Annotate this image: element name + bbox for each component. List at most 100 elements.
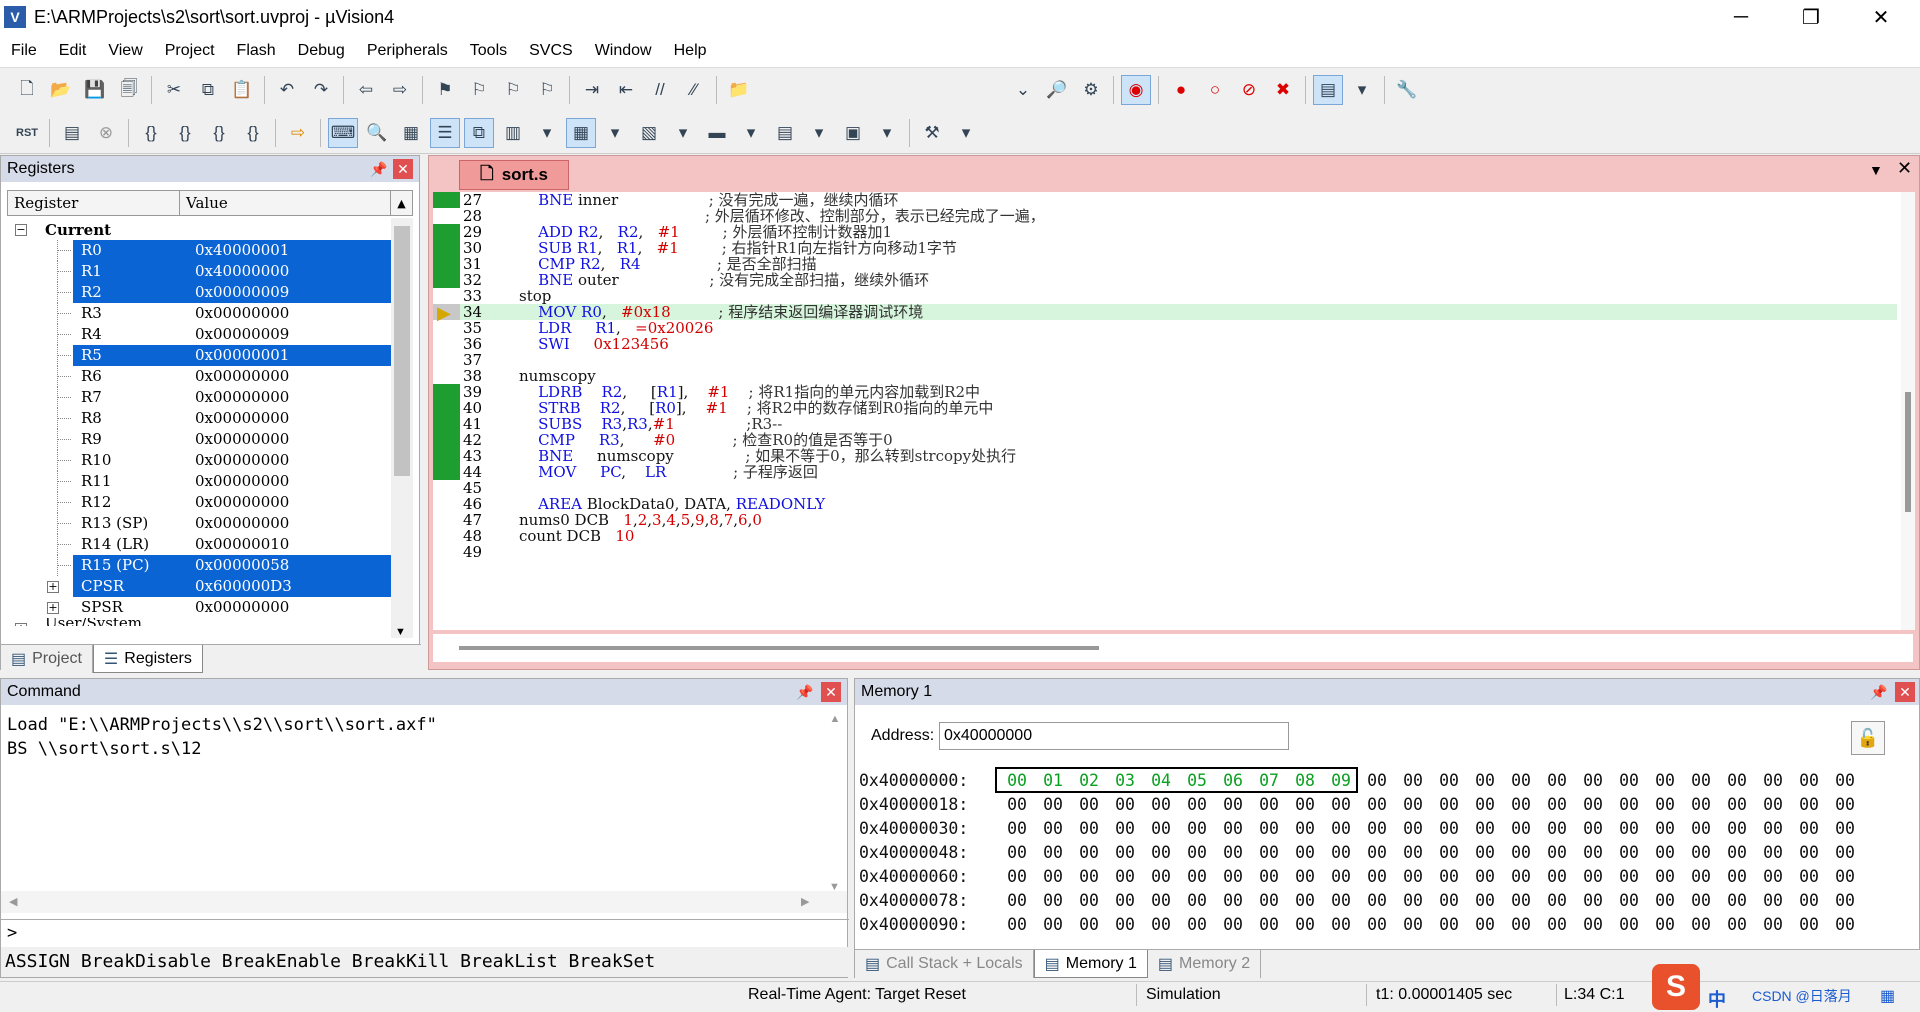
code-line[interactable]: 44 MOV PC, LR ; 子程序返回: [433, 464, 1897, 480]
nav-forward-icon[interactable]: ⇨: [385, 75, 415, 105]
debug-session-icon[interactable]: ◉: [1121, 75, 1151, 105]
memory-byte[interactable]: 00: [1359, 817, 1395, 841]
kill-breakpoints-icon[interactable]: ✖: [1268, 75, 1298, 105]
tab-registers[interactable]: ☰ Registers: [92, 645, 203, 673]
memory-byte[interactable]: 00: [1539, 769, 1575, 793]
memory-byte[interactable]: 00: [1827, 913, 1863, 937]
symbols-window-icon[interactable]: ▦: [396, 118, 426, 148]
window-layout-icon[interactable]: ▤: [1313, 75, 1343, 105]
stop-icon[interactable]: ⊗: [91, 118, 121, 148]
memory-byte[interactable]: 00: [1287, 865, 1323, 889]
register-row[interactable]: R8 0x00000000: [7, 408, 392, 429]
memory-byte[interactable]: 00: [1503, 769, 1539, 793]
bookmark-prev-icon[interactable]: ⚐: [464, 75, 494, 105]
scroll-up-arrow-icon[interactable]: ▲: [825, 713, 845, 725]
memory-byte[interactable]: 00: [1215, 865, 1251, 889]
unindent-icon[interactable]: ⇤: [611, 75, 641, 105]
memory-byte[interactable]: 00: [1719, 817, 1755, 841]
memory-byte[interactable]: 00: [1107, 841, 1143, 865]
memory-byte[interactable]: 00: [1431, 817, 1467, 841]
registers-window-icon[interactable]: ☰: [430, 117, 460, 148]
step-into-icon[interactable]: {}: [136, 118, 166, 148]
memory-byte[interactable]: 00: [1431, 913, 1467, 937]
save-icon[interactable]: 💾: [80, 75, 110, 105]
expand-icon[interactable]: +: [47, 581, 59, 593]
memory-byte[interactable]: 00: [1107, 865, 1143, 889]
open-file-icon[interactable]: 📂: [46, 75, 76, 105]
memory-byte[interactable]: 00: [1503, 865, 1539, 889]
undo-icon[interactable]: ↶: [272, 75, 302, 105]
memory-byte[interactable]: 00: [1431, 865, 1467, 889]
scroll-down-arrow-icon[interactable]: ▼: [395, 626, 406, 638]
close-panel-icon[interactable]: ✕: [393, 159, 413, 179]
bookmark-next-icon[interactable]: ⚐: [498, 75, 528, 105]
collapse-icon[interactable]: −: [15, 224, 27, 236]
memory-byte[interactable]: 00: [1251, 889, 1287, 913]
memory-row[interactable]: 0x40000030: 00 00 00 00 00 00 00 00 00 00 00 00 00 00 0…: [859, 817, 1863, 841]
memory-byte[interactable]: 00: [1395, 769, 1431, 793]
memory-byte[interactable]: 00: [1755, 913, 1791, 937]
memory-byte[interactable]: 00: [1431, 841, 1467, 865]
memory-byte[interactable]: 00: [1179, 841, 1215, 865]
code-line[interactable]: 36 SWI 0x123456: [433, 336, 1897, 352]
memory-byte[interactable]: 00: [1791, 793, 1827, 817]
minimize-button[interactable]: ─: [1706, 0, 1776, 34]
memory-byte[interactable]: 00: [1575, 841, 1611, 865]
register-group-current[interactable]: − Current: [7, 219, 392, 240]
coverage-gutter[interactable]: [433, 528, 460, 544]
memory-byte[interactable]: 00: [1071, 889, 1107, 913]
coverage-gutter[interactable]: [433, 432, 460, 448]
memory-byte[interactable]: 00: [1251, 865, 1287, 889]
code-line[interactable]: 39 LDRB R2, [R1], #1 ; 将R1指向的单元内容加载到R2中: [433, 384, 1897, 400]
menu-project[interactable]: Project: [154, 34, 226, 68]
ime-toolbar-icon[interactable]: ▦: [1880, 986, 1895, 1006]
indent-icon[interactable]: ⇥: [577, 75, 607, 105]
memory-byte[interactable]: 00: [1791, 769, 1827, 793]
comment-icon[interactable]: //: [645, 75, 675, 105]
register-row[interactable]: R14 (LR) 0x00000010: [7, 534, 392, 555]
lock-icon[interactable]: 🔓: [1851, 721, 1885, 755]
code-line[interactable]: 31 CMP R2, R4 ; 是否全部扫描: [433, 256, 1897, 272]
memory-byte[interactable]: 00: [1287, 793, 1323, 817]
memory-byte[interactable]: 00: [1539, 865, 1575, 889]
register-value[interactable]: 0x40000000: [189, 261, 393, 282]
memory-row[interactable]: 0x40000060: 00 00 00 00 00 00 00 00 00 00 00 00 00 00 0…: [859, 865, 1863, 889]
register-row[interactable]: + CPSR 0x600000D3: [7, 576, 393, 597]
memory-byte[interactable]: 00: [1287, 889, 1323, 913]
code-line[interactable]: 28 ; 外层循环修改、控制部分，表示已经完成了一遍，: [433, 208, 1897, 224]
memory-byte[interactable]: 00: [1215, 793, 1251, 817]
memory-byte[interactable]: 00: [1719, 793, 1755, 817]
coverage-gutter[interactable]: [433, 400, 460, 416]
reset-cpu-icon[interactable]: RST: [12, 118, 42, 148]
memory-byte[interactable]: 00: [1467, 865, 1503, 889]
code-line[interactable]: ▶ 34 MOV R0, #0x18 ; 程序结束返回编译器调试环境: [433, 303, 1897, 323]
memory-byte[interactable]: 00: [1503, 841, 1539, 865]
scroll-left-arrow-icon[interactable]: ◀: [9, 895, 17, 908]
memory-byte[interactable]: 00: [1719, 889, 1755, 913]
watch-dropdown-icon[interactable]: ▾: [532, 118, 562, 148]
register-value[interactable]: 0x00000000: [189, 303, 393, 324]
memory-byte[interactable]: 00: [1251, 841, 1287, 865]
insert-breakpoint-icon[interactable]: ●: [1166, 75, 1196, 105]
code-line[interactable]: 43 BNE numscopy ; 如果不等于0，那么转到strcopy处执行: [433, 448, 1897, 464]
disable-breakpoints-icon[interactable]: ⊘: [1234, 75, 1264, 105]
cut-icon[interactable]: ✂: [159, 75, 189, 105]
register-row[interactable]: R13 (SP) 0x00000000: [7, 513, 392, 534]
scroll-up-arrow-icon[interactable]: ▲: [391, 191, 412, 215]
pin-icon[interactable]: 📌: [1869, 682, 1889, 702]
memory-byte[interactable]: 00: [1143, 793, 1179, 817]
memory-byte[interactable]: 00: [1611, 841, 1647, 865]
memory-byte[interactable]: 00: [1179, 793, 1215, 817]
memory-byte[interactable]: 00: [1431, 769, 1467, 793]
memory-byte[interactable]: 00: [1683, 817, 1719, 841]
memory-byte[interactable]: 00: [1467, 817, 1503, 841]
copy-icon[interactable]: ⧉: [193, 75, 223, 105]
memory-byte[interactable]: 00: [1143, 889, 1179, 913]
code-line[interactable]: 32 BNE outer ; 没有完成全部扫描，继续外循环: [433, 272, 1897, 288]
memory-byte[interactable]: 00: [1035, 841, 1071, 865]
serial-dropdown-icon[interactable]: ▾: [668, 118, 698, 148]
register-value[interactable]: 0x00000010: [189, 534, 393, 555]
save-all-icon[interactable]: 🗐: [114, 75, 144, 105]
memory-byte[interactable]: 00: [1467, 769, 1503, 793]
column-register[interactable]: Register: [8, 191, 180, 215]
